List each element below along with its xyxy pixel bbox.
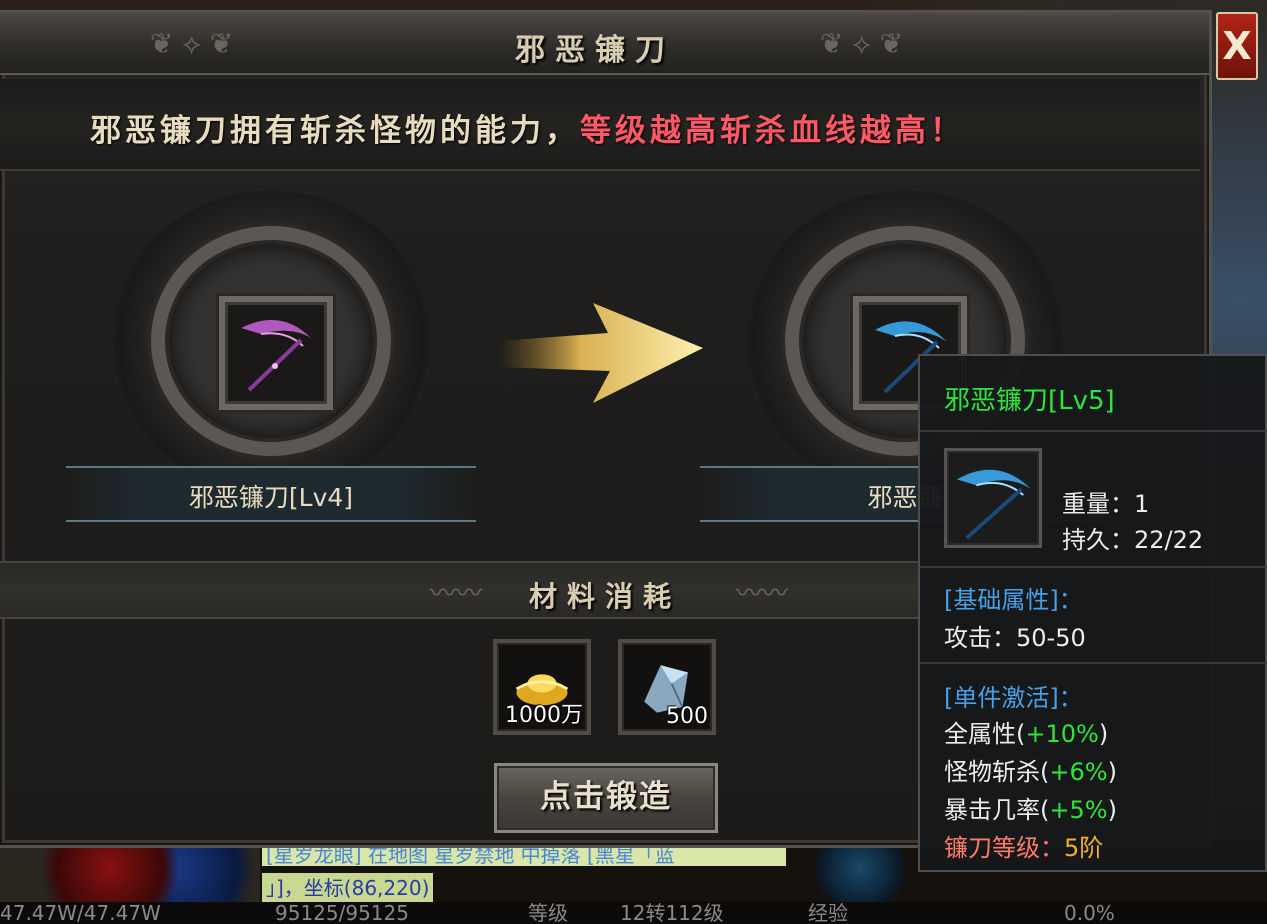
base-attributes-header: [基础属性]： — [944, 586, 1083, 614]
stat-label: 暴击几率( — [944, 796, 1050, 824]
source-name-plate: 邪恶镰刀[Lv4] — [66, 466, 476, 522]
divider — [920, 662, 1267, 664]
set-activation-header: [单件激活]： — [944, 684, 1083, 712]
level-readout: 12转112级 — [620, 902, 724, 924]
scythe-level-row: 镰刀等级：5阶 — [944, 828, 1103, 863]
tooltip-title: 邪恶镰刀[Lv5] — [944, 386, 1115, 416]
title-bar[interactable]: ❦ ⟡ ❦ ❦ ⟡ ❦ 邪恶镰刀 — [0, 13, 1209, 75]
stat-label: 全属性( — [944, 720, 1026, 748]
hp-readout: 47.47W/47.47W — [0, 902, 161, 924]
stat-close: ) — [1107, 758, 1117, 786]
chat-line: 」]，坐标(86,220) — [262, 873, 434, 903]
source-item-name: 邪恶镰刀[Lv4] — [188, 483, 354, 512]
mp-readout: 95125/95125 — [275, 902, 409, 924]
durability-value: 22/22 — [1134, 526, 1204, 554]
dialog-title: 邪恶镰刀 — [515, 33, 675, 68]
scythe-level-value: 5阶 — [1064, 834, 1104, 862]
status-bar: 47.47W/47.47W 95125/95125 等级 12转112级 经验 … — [0, 902, 1267, 924]
stat-close: ) — [1107, 796, 1117, 824]
weight-row: 重量：1 — [1062, 484, 1149, 519]
material-count: 1000万 — [505, 703, 583, 728]
description: 邪恶镰刀拥有斩杀怪物的能力，等级越高斩杀血线越高！ — [90, 105, 965, 150]
tooltip-item-icon — [944, 448, 1042, 548]
stat-value: +5% — [1049, 796, 1108, 824]
stat-value: +10% — [1025, 720, 1099, 748]
stat-label: 怪物斩杀( — [944, 758, 1050, 786]
description-bar: 邪恶镰刀拥有斩杀怪物的能力，等级越高斩杀血线越高！ — [0, 79, 1200, 171]
description-highlight: 等级越高斩杀血线越高！ — [580, 113, 965, 149]
source-item-slot[interactable] — [219, 296, 333, 410]
material-count: 500 — [666, 704, 708, 729]
scythe-level-label: 镰刀等级： — [944, 834, 1064, 862]
stat-row: 怪物斩杀(+6%) — [944, 752, 1117, 787]
stat-row: 全属性(+10%) — [944, 714, 1108, 749]
stat-row: 暴击几率(+5%) — [944, 790, 1117, 825]
forge-button[interactable]: 点击锻造 — [494, 763, 718, 833]
blue-scythe-icon — [956, 469, 1032, 540]
attack-row: 攻击：50-50 — [944, 618, 1086, 653]
attack-value: 50-50 — [1016, 624, 1086, 652]
material-slot-crystal[interactable]: 500 — [618, 639, 716, 735]
description-text: 邪恶镰刀拥有斩杀怪物的能力， — [90, 113, 580, 149]
attack-label: 攻击： — [944, 624, 1016, 652]
weight-value: 1 — [1134, 490, 1150, 518]
durability-label: 持久： — [1062, 526, 1134, 554]
close-button[interactable]: X — [1216, 12, 1258, 80]
purple-scythe-icon — [241, 320, 311, 392]
source-item-medallion: 邪恶镰刀[Lv4] — [66, 171, 476, 522]
weight-label: 重量： — [1062, 490, 1134, 518]
stat-value: +6% — [1049, 758, 1108, 786]
item-tooltip: 邪恶镰刀[Lv5] 重量：1 持久：22/22 [基础属性]： 攻击：50-50… — [918, 354, 1267, 872]
material-slot-gold[interactable]: 1000万 — [493, 639, 591, 735]
durability-row: 持久：22/22 — [1062, 520, 1203, 555]
upgrade-arrow-icon — [498, 303, 703, 403]
stat-close: ) — [1098, 720, 1109, 748]
divider — [920, 430, 1267, 432]
chat-log: [星岁龙眼] 在地图 星岁禁地 中掉落 [黑星「蓝 」]，坐标(86,220) — [262, 844, 786, 903]
exp-label: 经验 — [808, 902, 848, 924]
exp-readout: 0.0% — [1064, 902, 1115, 924]
divider — [920, 566, 1267, 568]
level-label: 等级 — [528, 902, 568, 924]
